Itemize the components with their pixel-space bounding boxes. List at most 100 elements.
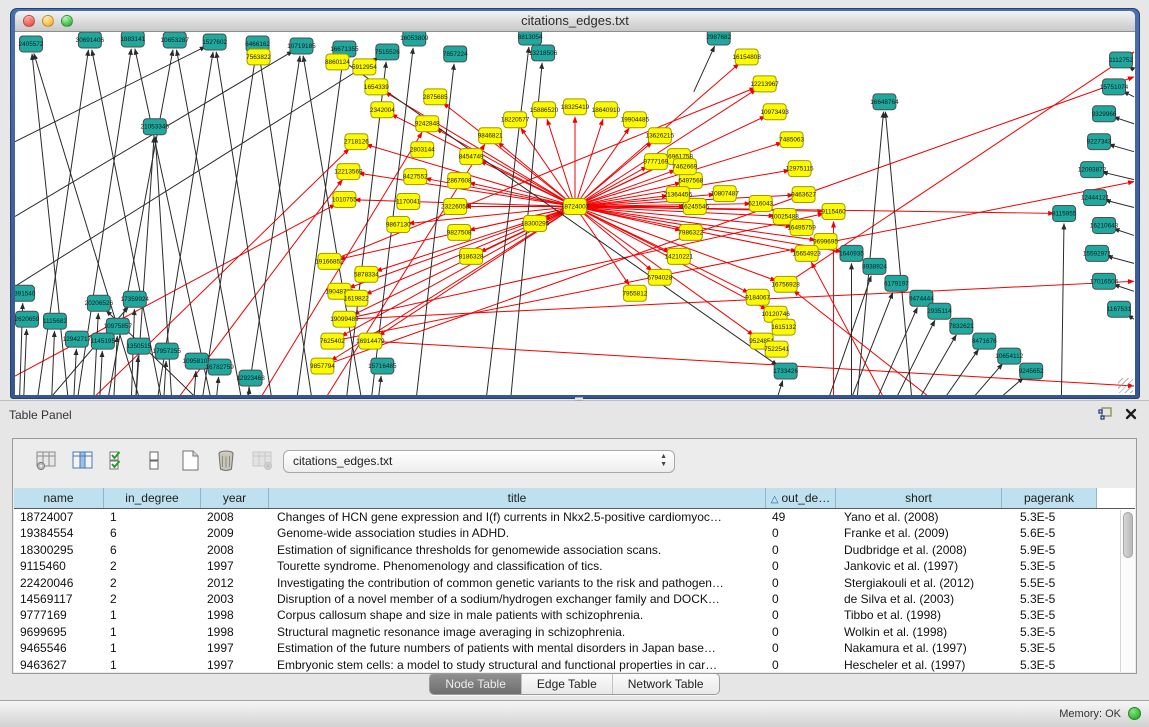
graph-node[interactable]: 17957255 bbox=[153, 343, 182, 359]
graph-node[interactable]: 18325419 bbox=[561, 99, 590, 115]
graph-node[interactable]: 23226058 bbox=[441, 199, 470, 215]
graph-node[interactable]: 1167531 bbox=[1107, 301, 1132, 317]
graph-node[interactable]: 9846821 bbox=[478, 128, 503, 144]
zoom-window-button[interactable] bbox=[61, 15, 73, 27]
graph-node[interactable]: 10807487 bbox=[711, 186, 740, 202]
column-header-in_degree[interactable]: in_degree bbox=[104, 488, 201, 508]
show-columns-icon[interactable] bbox=[69, 447, 95, 473]
graph-node[interactable]: 8471676 bbox=[972, 333, 997, 349]
graph-node[interactable]: 1883141 bbox=[120, 32, 145, 47]
graph-node[interactable]: 2342004 bbox=[370, 102, 395, 118]
column-header-title[interactable]: title bbox=[269, 488, 766, 508]
graph-node[interactable]: 2987682 bbox=[706, 32, 731, 45]
graph-node[interactable]: 19904485 bbox=[621, 112, 650, 128]
graph-node[interactable]: 13218506 bbox=[529, 45, 558, 61]
graph-node[interactable]: 1615132 bbox=[771, 319, 796, 335]
table-row[interactable]: 911546021997Tourette syndrome. Phenomeno… bbox=[14, 558, 1135, 574]
graph-node[interactable]: 12923468 bbox=[236, 370, 265, 386]
graph-node[interactable]: 12093872 bbox=[1078, 162, 1107, 178]
float-panel-icon[interactable] bbox=[1098, 407, 1113, 425]
column-header-pagerank[interactable]: pagerank bbox=[1002, 488, 1097, 508]
graph-node[interactable]: 5912954 bbox=[352, 59, 377, 75]
graph-node[interactable]: 1170041 bbox=[396, 194, 421, 210]
graph-node[interactable]: 7515526 bbox=[375, 44, 400, 60]
graph-node[interactable]: 7563822 bbox=[246, 49, 271, 65]
graph-node[interactable]: 16053809 bbox=[400, 32, 429, 46]
graph-node[interactable]: 10975857 bbox=[104, 318, 133, 334]
table-row[interactable]: 1830029562008Estimation of significance … bbox=[14, 542, 1135, 558]
graph-node[interactable]: 7857224 bbox=[443, 46, 468, 62]
graph-node[interactable]: 15751074 bbox=[1100, 79, 1129, 95]
graph-node[interactable]: 9827508 bbox=[447, 224, 472, 240]
graph-node[interactable]: 16756928 bbox=[771, 276, 800, 292]
table-row[interactable]: 946362711997Embryonic stem cells: a mode… bbox=[14, 657, 1135, 672]
select-all-columns-icon[interactable] bbox=[105, 447, 131, 473]
graph-node[interactable]: 19099489 bbox=[330, 311, 359, 327]
graph-node[interactable]: 8860124 bbox=[325, 54, 350, 70]
graph-node[interactable]: 20206526 bbox=[85, 295, 114, 311]
canvas-resize-grip[interactable] bbox=[1118, 378, 1133, 393]
tab-network-table[interactable]: Network Table bbox=[612, 674, 719, 694]
minimize-window-button[interactable] bbox=[42, 15, 54, 27]
graph-node[interactable]: 15716485 bbox=[368, 358, 397, 374]
delete-column-icon[interactable] bbox=[213, 447, 239, 473]
graph-node[interactable]: 6216043 bbox=[748, 196, 773, 212]
graph-node[interactable]: 1112752 bbox=[1109, 52, 1133, 68]
graph-node[interactable]: 8813054 bbox=[518, 32, 543, 45]
table-selector-dropdown[interactable]: citations_edges.txt ▲▼ bbox=[283, 450, 675, 473]
graph-node[interactable]: 9242848 bbox=[415, 116, 440, 132]
graph-node[interactable]: 18300295 bbox=[521, 215, 550, 231]
graph-node[interactable]: 18724007 bbox=[561, 199, 590, 215]
graph-node[interactable]: 1527602 bbox=[202, 34, 227, 50]
graph-node[interactable]: 2718126 bbox=[344, 134, 369, 150]
graph-node[interactable]: 2867608 bbox=[447, 173, 472, 189]
graph-node[interactable]: 18640910 bbox=[592, 102, 621, 118]
window-titlebar[interactable]: citations_edges.txt bbox=[15, 11, 1135, 32]
column-header-year[interactable]: year bbox=[201, 488, 269, 508]
graph-node[interactable]: 12942717 bbox=[63, 331, 92, 347]
graph-node[interactable]: 1619822 bbox=[344, 290, 369, 306]
graph-node[interactable]: 2405572 bbox=[19, 36, 44, 52]
column-header-out_de[interactable]: △out_de… bbox=[766, 488, 836, 508]
graph-node[interactable]: 2620659 bbox=[15, 311, 40, 327]
graph-node[interactable]: 7522541 bbox=[764, 341, 789, 357]
graph-node[interactable]: 7462669 bbox=[672, 159, 697, 175]
graph-node[interactable]: 16154808 bbox=[732, 49, 761, 65]
table-row[interactable]: 1456911722003Disruption of a novel membe… bbox=[14, 591, 1135, 607]
graph-node[interactable]: 13626215 bbox=[646, 128, 675, 144]
graph-node[interactable]: 15592971 bbox=[1083, 245, 1112, 261]
graph-node[interactable]: 10958107 bbox=[182, 353, 211, 369]
graph-node[interactable]: 6794028 bbox=[647, 269, 672, 285]
network-canvas[interactable]: 2405572306914061883141106532871527602646… bbox=[15, 32, 1135, 395]
graph-node[interactable]: 9329966 bbox=[1092, 106, 1117, 122]
network-graph[interactable]: 2405572306914061883141106532871527602646… bbox=[15, 32, 1135, 395]
graph-node[interactable]: 12444121 bbox=[1081, 190, 1110, 206]
graph-node[interactable]: 16648764 bbox=[870, 94, 899, 110]
graph-node[interactable]: 9227343 bbox=[1087, 134, 1112, 150]
graph-node[interactable]: 16914479 bbox=[356, 333, 385, 349]
graph-node[interactable]: 6179197 bbox=[884, 275, 909, 291]
graph-node[interactable]: 7955812 bbox=[622, 285, 647, 301]
graph-node[interactable]: 9777169 bbox=[643, 154, 668, 170]
graph-node[interactable]: 9391540 bbox=[15, 285, 36, 301]
graph-node[interactable]: 9463627 bbox=[791, 187, 816, 203]
graph-node[interactable]: 9857794 bbox=[310, 358, 335, 374]
close-window-button[interactable] bbox=[23, 15, 35, 27]
graph-node[interactable]: 8427552 bbox=[403, 169, 428, 185]
create-new-column-icon[interactable] bbox=[177, 447, 203, 473]
graph-node[interactable]: 15654923 bbox=[792, 245, 821, 261]
graph-node[interactable]: 21364456 bbox=[664, 187, 693, 203]
graph-node[interactable]: 10973493 bbox=[760, 104, 789, 120]
scrollbar-thumb[interactable] bbox=[1123, 512, 1133, 558]
graph-node[interactable]: 14210221 bbox=[665, 248, 694, 264]
tab-edge-table[interactable]: Edge Table bbox=[521, 674, 612, 694]
graph-node[interactable]: 8938924 bbox=[862, 258, 887, 274]
graph-node[interactable]: 9245652 bbox=[1019, 363, 1044, 379]
graph-node[interactable]: 12213967 bbox=[750, 76, 779, 92]
graph-node[interactable]: 15886520 bbox=[530, 102, 559, 118]
graph-node[interactable]: 1733426 bbox=[773, 363, 798, 379]
memory-status-indicator[interactable] bbox=[1128, 707, 1141, 720]
graph-node[interactable]: 16210643 bbox=[1090, 217, 1119, 233]
graph-node[interactable]: 10653287 bbox=[161, 32, 190, 48]
table-row[interactable]: 1872400712008Changes of HCN gene express… bbox=[14, 509, 1135, 525]
